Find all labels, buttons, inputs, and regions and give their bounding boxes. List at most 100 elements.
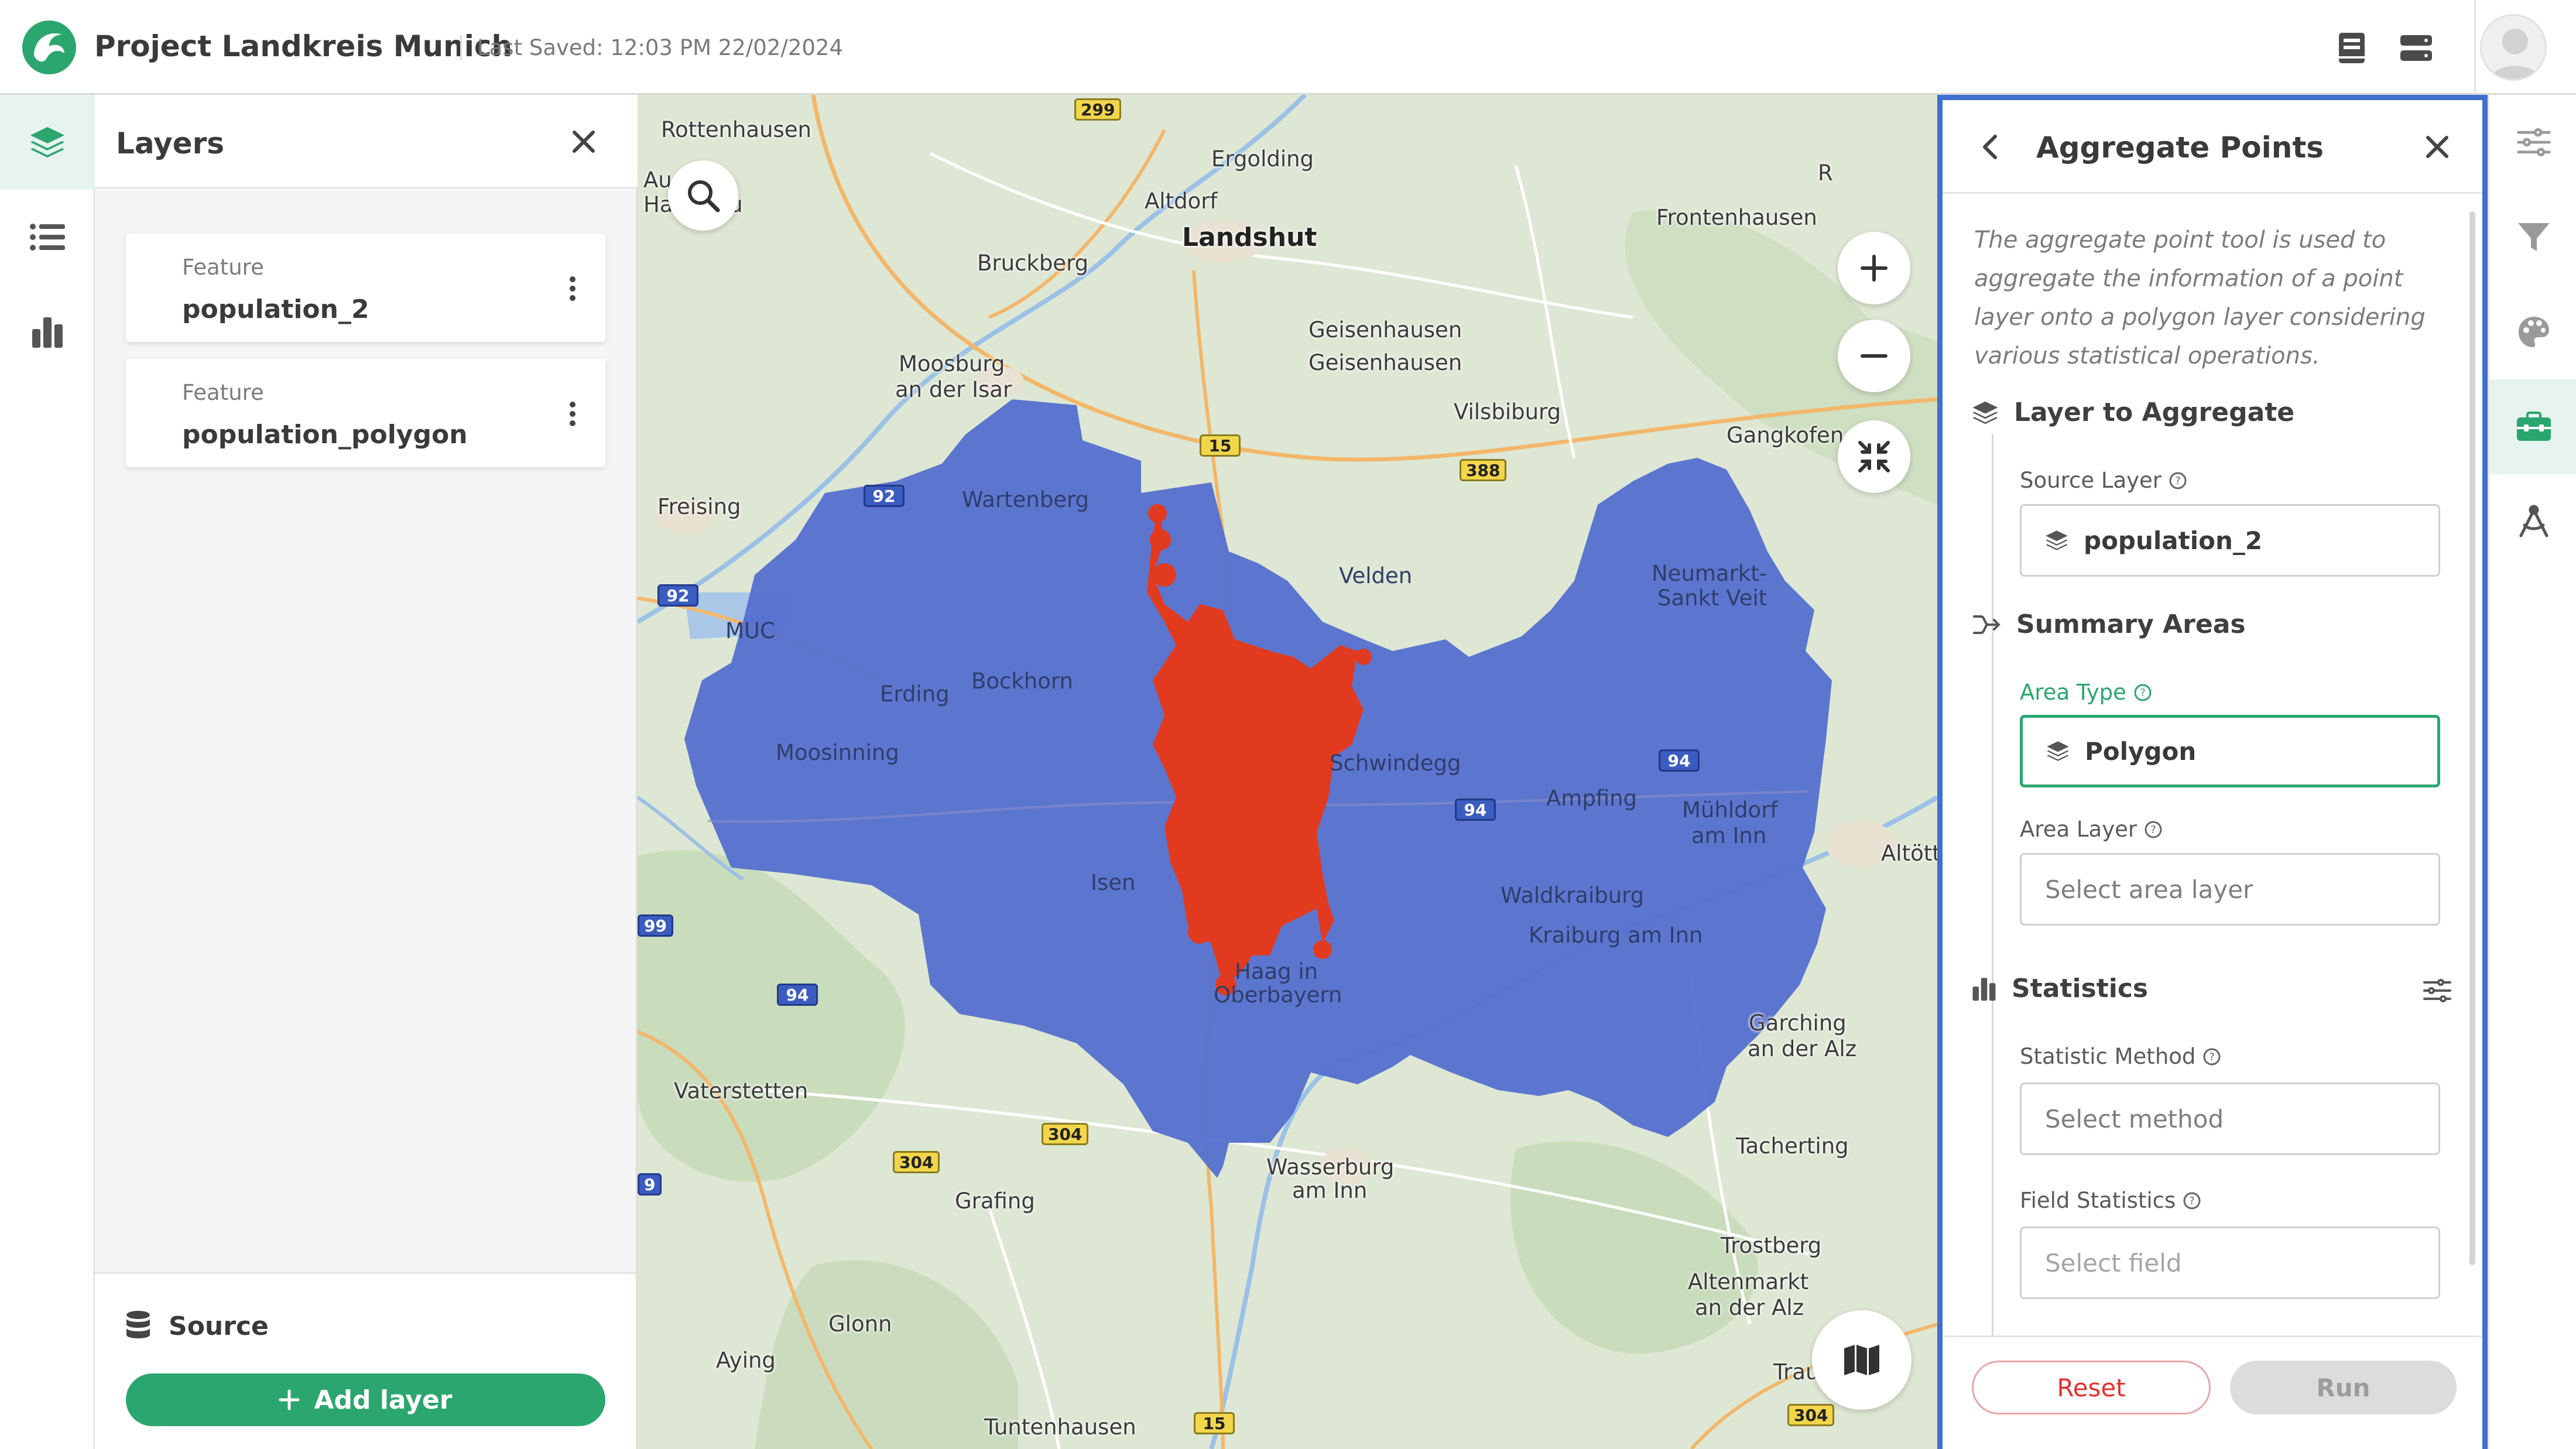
section-connector: [1992, 1011, 1993, 1339]
layers-panel: Layers Feature population_2 Feature popu…: [95, 95, 638, 1449]
tune-icon[interactable]: [2417, 970, 2458, 1011]
road-badge: 94: [1455, 799, 1496, 821]
place-label: R: [1818, 160, 1833, 186]
fullscreen-exit-icon[interactable]: [1838, 420, 1910, 493]
user-avatar[interactable]: [2480, 14, 2547, 81]
merge-icon: [1973, 615, 2000, 634]
book-icon[interactable]: [2330, 26, 2373, 70]
label-text: Field Statistics: [2020, 1188, 2176, 1213]
place-label: Grafing: [955, 1188, 1035, 1214]
help-icon[interactable]: ?: [2183, 1191, 2201, 1210]
road-badge: 304: [893, 1151, 940, 1173]
filter-icon[interactable]: [2489, 190, 2576, 285]
last-saved-status: Last Saved: 12:03 PM 22/02/2024: [477, 35, 844, 60]
more-vert-icon[interactable]: [561, 271, 584, 306]
field-statistics-select[interactable]: Select field: [2020, 1227, 2440, 1299]
aggregate-title: Aggregate Points: [2036, 131, 2324, 165]
road-badge: 92: [657, 584, 698, 607]
layer-card-population-polygon[interactable]: Feature population_polygon: [126, 359, 605, 467]
label-text: Statistic Method: [2020, 1044, 2196, 1069]
basemap-icon[interactable]: [1812, 1310, 1912, 1410]
road-badge: 388: [1460, 459, 1507, 481]
road-badge: 94: [777, 984, 818, 1006]
place-label: Kraiburg am Inn: [1529, 923, 1703, 948]
place-label: Ergolding: [1211, 146, 1314, 172]
label-text: Area Layer: [2020, 817, 2137, 842]
aggregate-footer: Reset Run: [1943, 1335, 2482, 1449]
help-icon[interactable]: ?: [2133, 683, 2152, 702]
place-label: am Inn: [1292, 1178, 1368, 1203]
place-label: Erding: [880, 681, 950, 707]
place-label: Gangkofen: [1727, 423, 1844, 448]
layer-card-population-2[interactable]: Feature population_2: [126, 234, 605, 342]
aggregate-points-panel: Aggregate Points The aggregate point too…: [1937, 95, 2488, 1449]
place-label: Freising: [657, 494, 741, 519]
place-label: Vaterstetten: [674, 1078, 809, 1104]
layout-icon[interactable]: [2395, 26, 2438, 70]
place-label: Sankt Veit: [1657, 585, 1767, 611]
project-title[interactable]: Project Landkreis Munich: [94, 29, 512, 63]
svg-text:?: ?: [2210, 1051, 2215, 1063]
placeholder-text: Select method: [2045, 1104, 2224, 1133]
close-icon[interactable]: [2417, 126, 2458, 167]
chart-icon[interactable]: [0, 285, 95, 379]
reset-button[interactable]: Reset: [1972, 1361, 2211, 1414]
label-text: Area Type: [2020, 680, 2126, 705]
left-icon-rail: [0, 95, 95, 1449]
source-layer-label: Source Layer ?: [2020, 468, 2187, 493]
place-label: Bruckberg: [977, 251, 1089, 276]
top-bar-divider: [2474, 0, 2476, 95]
area-layer-label: Area Layer ?: [2020, 817, 2163, 842]
add-layer-label: Add layer: [314, 1385, 453, 1415]
place-label: Aying: [716, 1348, 776, 1373]
palette-icon[interactable]: [2489, 285, 2576, 379]
layer-name: population_2: [182, 294, 369, 324]
place-label: Isen: [1091, 870, 1136, 895]
more-vert-icon[interactable]: [561, 396, 584, 431]
place-label: Geisenhausen: [1308, 317, 1462, 342]
source-layer-select[interactable]: population_2: [2020, 504, 2440, 577]
chevron-left-icon[interactable]: [1969, 126, 2010, 167]
statistic-method-label: Statistic Method ?: [2020, 1044, 2221, 1069]
placeholder-text: Select area layer: [2045, 875, 2253, 904]
area-type-select[interactable]: Polygon: [2020, 715, 2440, 787]
field-statistics-label: Field Statistics ?: [2020, 1188, 2201, 1213]
layers-icon: [1972, 401, 1998, 424]
map-canvas[interactable]: Rottenhausen Au Hallertau Ergolding Altd…: [638, 95, 1937, 1449]
list-icon[interactable]: [0, 190, 95, 285]
close-icon[interactable]: [563, 121, 604, 162]
area-layer-select[interactable]: Select area layer: [2020, 853, 2440, 926]
statistic-method-select[interactable]: Select method: [2020, 1083, 2440, 1155]
place-label: MUC: [725, 618, 775, 643]
road-badge: 15: [1200, 434, 1241, 457]
panel-scrollbar[interactable]: [2469, 211, 2475, 1265]
help-icon[interactable]: ?: [2144, 820, 2163, 839]
zoom-out-icon[interactable]: [1838, 320, 1910, 392]
selected-value: population_2: [2084, 526, 2263, 555]
plus-icon: [279, 1389, 300, 1410]
app-logo[interactable]: [21, 19, 77, 76]
run-button[interactable]: Run: [2230, 1361, 2457, 1414]
sliders-icon[interactable]: [2489, 95, 2576, 190]
road-badge: 94: [1659, 749, 1700, 772]
zoom-in-icon[interactable]: [1838, 232, 1910, 304]
help-icon[interactable]: ?: [2202, 1047, 2221, 1066]
place-label: Au: [643, 167, 672, 193]
road-badge: 9: [638, 1173, 662, 1195]
place-label: Ampfing: [1546, 786, 1638, 811]
layers-icon[interactable]: [0, 95, 95, 190]
right-icon-rail: [2488, 95, 2576, 1449]
place-label: Velden: [1339, 563, 1413, 588]
draw-tools-icon[interactable]: [2489, 474, 2576, 569]
road-badge: 92: [864, 485, 905, 507]
layer-kind: Feature: [182, 380, 264, 405]
toolbox-icon[interactable]: [2489, 379, 2576, 474]
road-badge: 15: [1194, 1412, 1235, 1434]
place-label: Tuntenhausen: [984, 1414, 1136, 1440]
road-badge: 99: [638, 914, 673, 937]
search-icon[interactable]: [668, 160, 738, 231]
label-text: Source Layer: [2020, 468, 2161, 493]
summary-areas-heading: Summary Areas: [1972, 609, 2246, 639]
add-layer-button[interactable]: Add layer: [126, 1373, 605, 1426]
help-icon[interactable]: ?: [2169, 471, 2187, 490]
